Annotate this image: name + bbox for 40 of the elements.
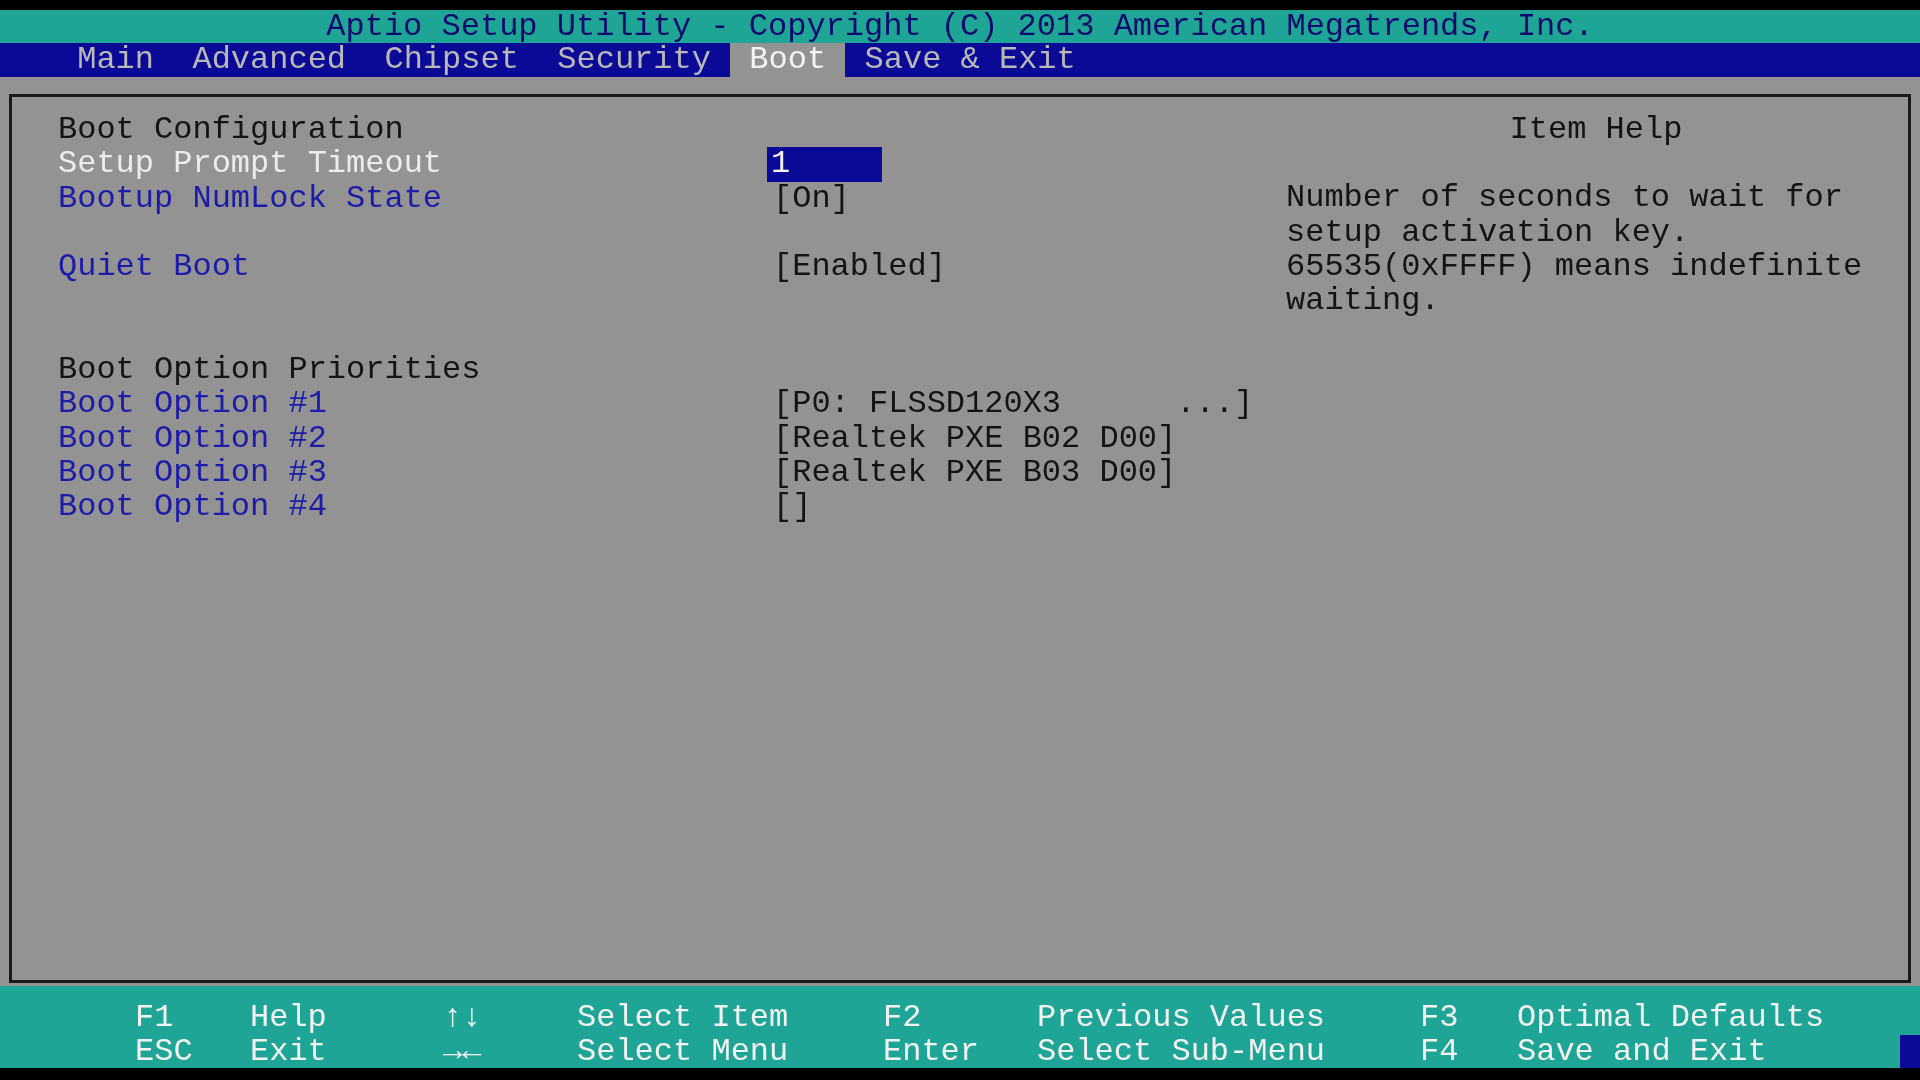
section-heading: Boot Option Priorities bbox=[58, 353, 481, 388]
key-label: Enter bbox=[883, 1035, 979, 1069]
setting-label[interactable]: Boot Option #4 bbox=[58, 490, 327, 525]
key-label: ↑↓ bbox=[443, 1001, 482, 1035]
menu-tab[interactable]: Save & Exit bbox=[845, 43, 1095, 77]
setting-value[interactable]: [] bbox=[773, 490, 812, 525]
help-title: Item Help bbox=[1508, 113, 1684, 148]
setting-value[interactable]: [Enabled] bbox=[773, 250, 946, 285]
key-label: F2 bbox=[883, 1001, 922, 1035]
key-action: Select Item bbox=[577, 1001, 789, 1035]
cursor-block bbox=[1900, 1035, 1920, 1068]
setting-label[interactable]: Bootup NumLock State bbox=[58, 181, 443, 216]
key-label: ESC bbox=[135, 1035, 193, 1069]
key-action: Previous Values bbox=[1037, 1001, 1326, 1035]
key-action: Save and Exit bbox=[1517, 1035, 1767, 1069]
setting-value[interactable]: [P0: FLSSD120X3 ...] bbox=[773, 387, 1254, 422]
key-action: Exit bbox=[250, 1035, 327, 1069]
setting-label[interactable]: Boot Option #1 bbox=[58, 387, 327, 422]
setting-value[interactable]: [On] bbox=[773, 181, 850, 216]
value-field[interactable]: 1 bbox=[767, 147, 882, 182]
key-action: Select Sub-Menu bbox=[1037, 1035, 1326, 1069]
menu-tab[interactable]: Advanced bbox=[173, 43, 366, 77]
setting-value[interactable]: [Realtek PXE B02 D00] bbox=[773, 421, 1177, 456]
help-text: Number of seconds to wait for setup activation key. 65535(0xFFFF) means indefinite waiting. bbox=[1286, 181, 1864, 319]
setting-label[interactable]: Quiet Boot bbox=[58, 250, 251, 285]
setting-label[interactable]: Boot Option #2 bbox=[58, 421, 327, 456]
key-action: Optimal Defaults bbox=[1517, 1001, 1825, 1035]
key-label: F3 bbox=[1420, 1001, 1459, 1035]
key-label: F4 bbox=[1420, 1035, 1459, 1069]
key-action: Help bbox=[250, 1001, 327, 1035]
menu-tab[interactable]: Main bbox=[58, 43, 174, 77]
title-bar: Aptio Setup Utility - Copyright (C) 2013 American Megatrends, Inc. bbox=[0, 10, 1920, 43]
setting-label[interactable]: Boot Option #3 bbox=[58, 455, 327, 491]
key-label: →← bbox=[443, 1035, 482, 1069]
menu-tab[interactable]: Security bbox=[538, 43, 731, 77]
key-label: F1 bbox=[135, 1001, 174, 1035]
key-action: Select Menu bbox=[577, 1035, 789, 1069]
setting-value[interactable]: [Realtek PXE B03 D00] bbox=[773, 455, 1177, 491]
section-heading: Boot Configuration bbox=[58, 113, 404, 148]
menu-tab[interactable]: Chipset bbox=[365, 43, 539, 77]
